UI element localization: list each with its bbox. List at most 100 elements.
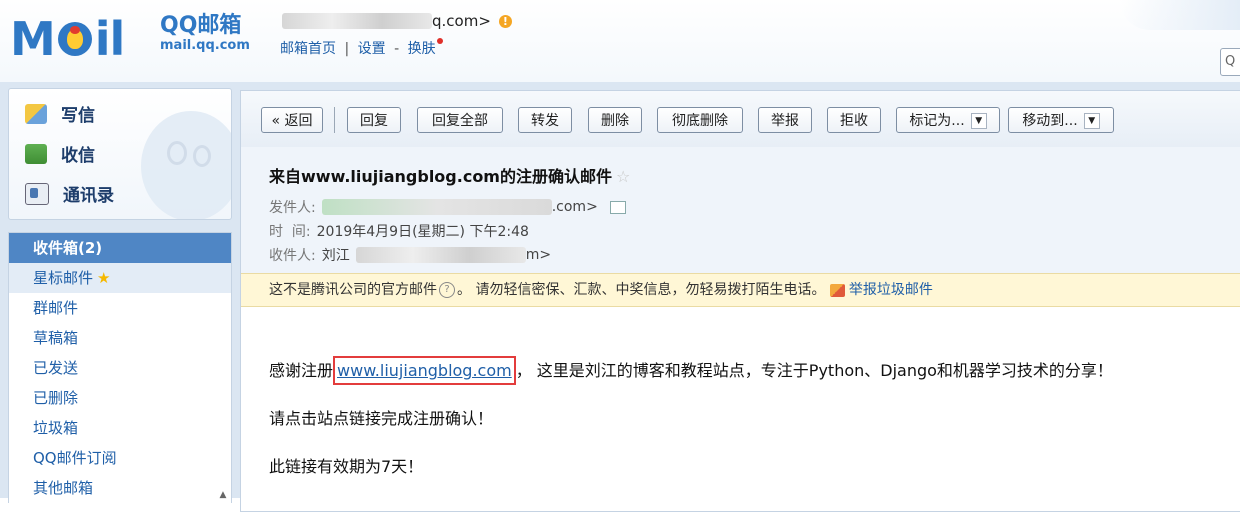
mark-as-dropdown[interactable]: 标记为... ▼ (896, 107, 1000, 133)
body-intro: 感谢注册 (269, 361, 334, 380)
site-link[interactable]: www.liujiangblog.com (333, 356, 516, 385)
time-label: 时 间: (269, 224, 311, 240)
folder-label: QQ邮件订阅 (33, 449, 117, 467)
folder-subscriptions[interactable]: QQ邮件订阅 (9, 443, 231, 473)
chevron-down-icon: ▼ (1083, 113, 1100, 129)
redacted-email (282, 13, 432, 29)
inbox-icon (25, 143, 47, 164)
compose-button[interactable]: 写信 (25, 101, 95, 126)
notice-text-wrap: 这不是腾讯公司的官方邮件?。 请勿轻信密保、汇款、中奖信息，勿轻易拨打陌生电话。… (269, 274, 933, 306)
chevron-down-icon: ▼ (970, 113, 987, 129)
message-subject: 来自www.liujiangblog.com的注册确认邮件 ☆ (269, 163, 630, 187)
penguin-watermark-icon (141, 111, 231, 219)
compose-label: 写信 (61, 106, 95, 126)
back-button[interactable]: « 返回 (261, 107, 323, 133)
reply-button[interactable]: 回复 (347, 107, 401, 133)
link-separator: | (344, 41, 350, 57)
help-icon[interactable]: ? (439, 282, 455, 298)
search-button[interactable]: Q (1220, 48, 1240, 76)
time-value: 2019年4月9日(星期二) 下午2:48 (316, 224, 529, 240)
account-address: q.com> ! (282, 12, 512, 30)
body-line-1: 感谢注册 www.liujiangblog.com， 这里是刘江的博客和教程站点，… (269, 356, 1113, 385)
account-suffix: q.com> (432, 12, 491, 30)
contacts-label: 通讯录 (63, 186, 114, 206)
folder-sent[interactable]: 已发送 (9, 353, 231, 383)
redacted-sender (321, 199, 552, 215)
folder-inbox[interactable]: 收件箱(2) (9, 233, 231, 263)
folder-label: 其他邮箱 (33, 479, 94, 497)
qq-mail-logo[interactable]: M il (10, 12, 126, 66)
folder-group[interactable]: 群邮件 (9, 293, 231, 323)
time-row: 时 间: 2019年4月9日(星期二) 下午2:48 (269, 221, 529, 241)
folder-list: 收件箱(2) 星标邮件 ★ 群邮件 草稿箱 已发送 已删除 垃圾箱 QQ邮件订阅 … (8, 232, 232, 503)
link-change-skin[interactable]: 换肤 (408, 41, 436, 57)
folder-spam[interactable]: 垃圾箱 (9, 413, 231, 443)
toolbar-divider (334, 107, 335, 133)
move-to-dropdown[interactable]: 移动到... ▼ (1008, 107, 1114, 133)
folder-label: 收件箱(2) (33, 239, 103, 257)
contact-card-icon[interactable] (609, 200, 626, 214)
folder-label: 已发送 (33, 359, 79, 377)
body-line-3: 此链接有效期为7天！ (269, 457, 424, 476)
report-button[interactable]: 举报 (758, 107, 812, 133)
penguin-logo-icon (57, 22, 92, 56)
report-spam-icon (829, 283, 845, 297)
move-to-label: 移动到... (1022, 113, 1078, 129)
delete-forever-button[interactable]: 彻底删除 (657, 107, 743, 133)
folder-label: 星标邮件 (33, 269, 94, 287)
main-area: « 返回 回复 回复全部 转发 删除 彻底删除 举报 拒收 标记为... ▼ 移动… (236, 82, 1240, 512)
receive-label: 收信 (61, 146, 95, 166)
logo-letter-m: M (10, 12, 56, 66)
recipient-suffix: m> (525, 247, 552, 263)
logo-text: QQ邮箱 mail.qq.com (160, 14, 250, 54)
sidebar: 写信 收信 通讯录 收件箱(2) 星标邮件★ 群邮件 草稿箱 已发送 已删除 (0, 82, 236, 503)
notice-text: 这不是腾讯公司的官方邮件 (269, 282, 437, 298)
top-links: 邮箱首页 | 设置 - 换肤 (280, 38, 443, 58)
logo-letters-il: il (94, 12, 126, 66)
message-panel: « 返回 回复 回复全部 转发 删除 彻底删除 举报 拒收 标记为... ▼ 移动… (240, 90, 1240, 512)
link-separator: - (394, 41, 400, 57)
folder-deleted[interactable]: 已删除 (9, 383, 231, 413)
folder-starred[interactable]: 星标邮件 ★ (9, 263, 231, 293)
header: M il QQ邮箱 mail.qq.com q.com> ! 邮箱首页 | 设置… (0, 0, 1240, 82)
sender-label: 发件人: (269, 200, 316, 216)
message-header: 来自www.liujiangblog.com的注册确认邮件 ☆ 发件人: .com… (241, 147, 1240, 273)
redacted-recipient (355, 247, 526, 263)
toolbar: « 返回 回复 回复全部 转发 删除 彻底删除 举报 拒收 标记为... ▼ 移动… (241, 91, 1240, 147)
folder-label: 已删除 (33, 389, 79, 407)
security-notice: 这不是腾讯公司的官方邮件?。 请勿轻信密保、汇款、中奖信息，勿轻易拨打陌生电话。… (241, 273, 1240, 307)
receive-button[interactable]: 收信 (25, 141, 95, 166)
reject-button[interactable]: 拒收 (827, 107, 881, 133)
star-icon: ★ (97, 269, 111, 287)
folder-label: 垃圾箱 (33, 419, 79, 437)
recipient-row: 收件人: 刘江 m> (269, 245, 551, 265)
report-spam-link[interactable]: 举报垃圾邮件 (849, 282, 933, 298)
folder-drafts[interactable]: 草稿箱 (9, 323, 231, 353)
pencil-icon (25, 103, 47, 124)
contacts-button[interactable]: 通讯录 (25, 181, 114, 206)
contacts-icon (25, 182, 49, 205)
reply-all-button[interactable]: 回复全部 (417, 107, 503, 133)
folder-label: 草稿箱 (33, 329, 79, 347)
warning-icon[interactable]: ! (498, 14, 512, 28)
link-mail-home[interactable]: 邮箱首页 (280, 41, 336, 57)
logo-title: QQ邮箱 (160, 13, 242, 38)
logo-domain: mail.qq.com (160, 38, 250, 53)
folder-label: 群邮件 (33, 299, 79, 317)
recipient-label: 收件人: (269, 248, 316, 264)
scroll-up-arrow-icon[interactable]: ▲ (217, 489, 229, 501)
header-decoration (1120, 0, 1240, 30)
delete-button[interactable]: 删除 (588, 107, 642, 133)
forward-button[interactable]: 转发 (518, 107, 572, 133)
body-intro-rest: ， 这里是刘江的博客和教程站点，专注于Python、Django和机器学习技术的… (515, 361, 1113, 380)
body-line-2: 请点击站点链接完成注册确认！ (269, 409, 494, 428)
star-outline-icon[interactable]: ☆ (616, 167, 630, 186)
sender-row: 发件人: .com> (269, 197, 626, 217)
recipient-name[interactable]: 刘江 (322, 245, 350, 265)
subject-text: 来自www.liujiangblog.com的注册确认邮件 (269, 167, 612, 186)
folder-other-mailboxes[interactable]: 其他邮箱 (9, 473, 231, 503)
sender-suffix[interactable]: .com> (552, 199, 598, 215)
mark-as-label: 标记为... (909, 113, 965, 129)
link-settings[interactable]: 设置 (358, 41, 386, 57)
search-icon: Q (1225, 54, 1236, 69)
